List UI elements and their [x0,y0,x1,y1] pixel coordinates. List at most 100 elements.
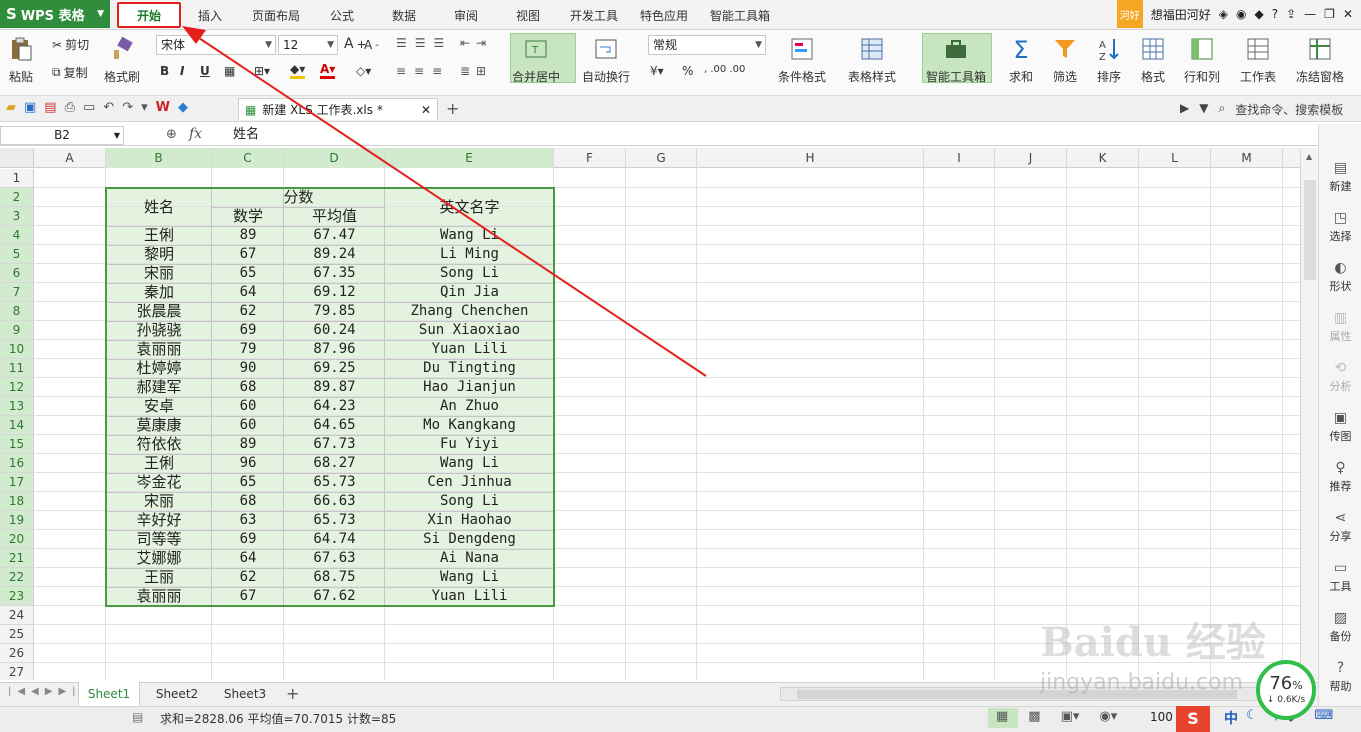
wps-app-menu-button[interactable]: S WPS 表格 ▼ [0,0,110,28]
close-icon[interactable]: ✕ [1343,7,1353,21]
font-family-select[interactable]: 宋体 ▼ [156,35,276,55]
paste-button[interactable]: 粘贴 [8,36,34,85]
scroll-thumb[interactable] [1304,180,1316,280]
bold-button[interactable]: B [160,64,169,78]
filter-button[interactable]: 筛选 [1052,36,1078,85]
network-speed-widget[interactable]: 76% ↓ 0.6K/s [1256,660,1316,720]
row-header-26[interactable]: 26 [0,644,34,663]
row-header-2[interactable]: 2 [0,188,34,207]
eye-icon[interactable]: ◉▾ [1099,709,1117,724]
keyboard-icon[interactable]: ⌨ [1314,708,1333,723]
help-icon[interactable]: ? [1272,7,1278,21]
sidebar-item-shape[interactable]: ◐ 形状 [1319,260,1361,294]
cloud-icon[interactable]: ◆ [178,100,188,115]
grow-font-button[interactable]: A + [344,36,366,52]
new-tab-icon[interactable]: + [446,99,459,118]
sogou-ime-icon[interactable]: S [1176,706,1210,732]
close-tab-icon[interactable]: ✕ [421,103,431,117]
row-header-20[interactable]: 20 [0,530,34,549]
border-icon[interactable]: ⊞▾ [254,64,270,78]
feedback-icon[interactable]: ◉ [1236,7,1246,21]
worksheet-button[interactable]: 工作表 [1240,36,1276,85]
vertical-scrollbar[interactable]: ▲ [1300,148,1318,680]
row-header-17[interactable]: 17 [0,473,34,492]
column-header-f[interactable]: F [554,148,626,168]
row-header-6[interactable]: 6 [0,264,34,283]
column-header-e[interactable]: E [385,148,554,168]
sidebar-item-properties[interactable]: ▥ 属性 [1319,310,1361,344]
row-header-22[interactable]: 22 [0,568,34,587]
currency-icon[interactable]: ¥▾ [650,64,664,78]
sheet-nav-icons[interactable]: |◀◀▶▶| [8,686,82,697]
row-header-18[interactable]: 18 [0,492,34,511]
indent-icons[interactable]: ⇤⇥ [460,36,492,50]
page-layout-icon[interactable]: ▣▾ [1061,709,1080,724]
align-top-icons[interactable]: ☰☰☰ [396,36,452,50]
tab-features[interactable]: 特色应用 [634,2,694,28]
format-painter-button[interactable]: 格式刷 [104,36,140,85]
screen-icon[interactable]: ▶ [1180,101,1189,118]
save-icon[interactable]: ▣ [24,100,36,115]
sidebar-item-select[interactable]: ◳ 选择 [1319,210,1361,244]
tab-formula[interactable]: 公式 [322,2,362,28]
tab-smart-toolbox[interactable]: 智能工具箱 [704,2,776,28]
sidebar-item-tools[interactable]: ▭ 工具 [1319,560,1361,594]
row-header-11[interactable]: 11 [0,359,34,378]
sheet-tab-3[interactable]: Sheet3 [214,682,276,706]
row-header-1[interactable]: 1 [0,169,34,188]
sidebar-item-help[interactable]: ? 帮助 [1319,660,1361,694]
sidebar-item-recommend[interactable]: ♀ 推荐 [1319,460,1361,494]
user-name[interactable]: 想福田河好 [1151,6,1211,23]
name-box[interactable]: B2 ▼ [0,126,124,145]
clear-format-icon[interactable]: ◇▾ [356,64,371,78]
underline-button[interactable]: U [200,64,210,78]
format-button[interactable]: 格式 [1140,36,1166,85]
table-style-button[interactable]: 表格样式 [848,36,896,85]
tab-developer[interactable]: 开发工具 [564,2,624,28]
row-header-23[interactable]: 23 [0,587,34,606]
page-break-icon[interactable]: ▩ [1028,709,1040,724]
decimal-icons[interactable]: , .00 .00 [704,64,745,75]
sort-button[interactable]: A Z 排序 [1096,36,1122,85]
zoom-formula-icon[interactable]: ⊕ [166,127,177,142]
tab-data[interactable]: 数据 [384,2,424,28]
minimize-icon[interactable]: — [1304,7,1316,21]
row-header-27[interactable]: 27 [0,663,34,680]
upload-icon[interactable]: ⇪ [1286,7,1296,21]
column-header-j[interactable]: J [995,148,1067,168]
open-icon[interactable]: ▰ [6,100,16,115]
sidebar-item-backup[interactable]: ▨ 备份 [1319,610,1361,644]
undo-icon[interactable]: ↶ [103,100,114,115]
sheet-tab-1[interactable]: Sheet1 [78,682,140,706]
column-header-g[interactable]: G [626,148,697,168]
column-header-a[interactable]: A [34,148,106,168]
freeze-panes-button[interactable]: 冻结窗格 [1296,36,1344,85]
column-header-b[interactable]: B [106,148,212,168]
copy-button[interactable]: ⧉ 复制 [52,64,88,81]
row-header-15[interactable]: 15 [0,435,34,454]
add-sheet-icon[interactable]: + [286,684,299,703]
redo-icon[interactable]: ↷ [122,100,133,115]
skin-icon[interactable]: ◈ [1219,7,1228,21]
hao-badge[interactable]: 河好 [1116,0,1143,28]
border-style-icon[interactable]: ▦ [224,64,235,78]
restore-icon[interactable]: ❐ [1324,7,1335,21]
align-left-icons[interactable]: ≡≡≡ [396,64,450,78]
italic-button[interactable]: I [180,64,184,78]
settings-icon[interactable]: ◆ [1255,7,1264,21]
sum-button[interactable]: Σ 求和 [1008,36,1034,85]
zoom-level[interactable]: 100 [1150,710,1173,724]
shrink-font-button[interactable]: A- [364,38,379,52]
column-header-c[interactable]: C [212,148,284,168]
row-header-13[interactable]: 13 [0,397,34,416]
sidebar-item-analysis[interactable]: ⟲ 分析 [1319,360,1361,394]
font-color-icon[interactable]: A▾ [320,62,336,79]
tab-review[interactable]: 审阅 [446,2,486,28]
fill-color-icon[interactable]: ◆▾ [290,62,306,79]
column-header-m[interactable]: M [1211,148,1283,168]
conditional-format-button[interactable]: 条件格式 [778,36,826,85]
row-header-4[interactable]: 4 [0,226,34,245]
wrap-text-button[interactable]: 自动换行 [582,36,630,85]
document-tab[interactable]: ▦ 新建 XLS 工作表.xls * ✕ [238,98,438,120]
sheet-tab-2[interactable]: Sheet2 [146,682,208,706]
